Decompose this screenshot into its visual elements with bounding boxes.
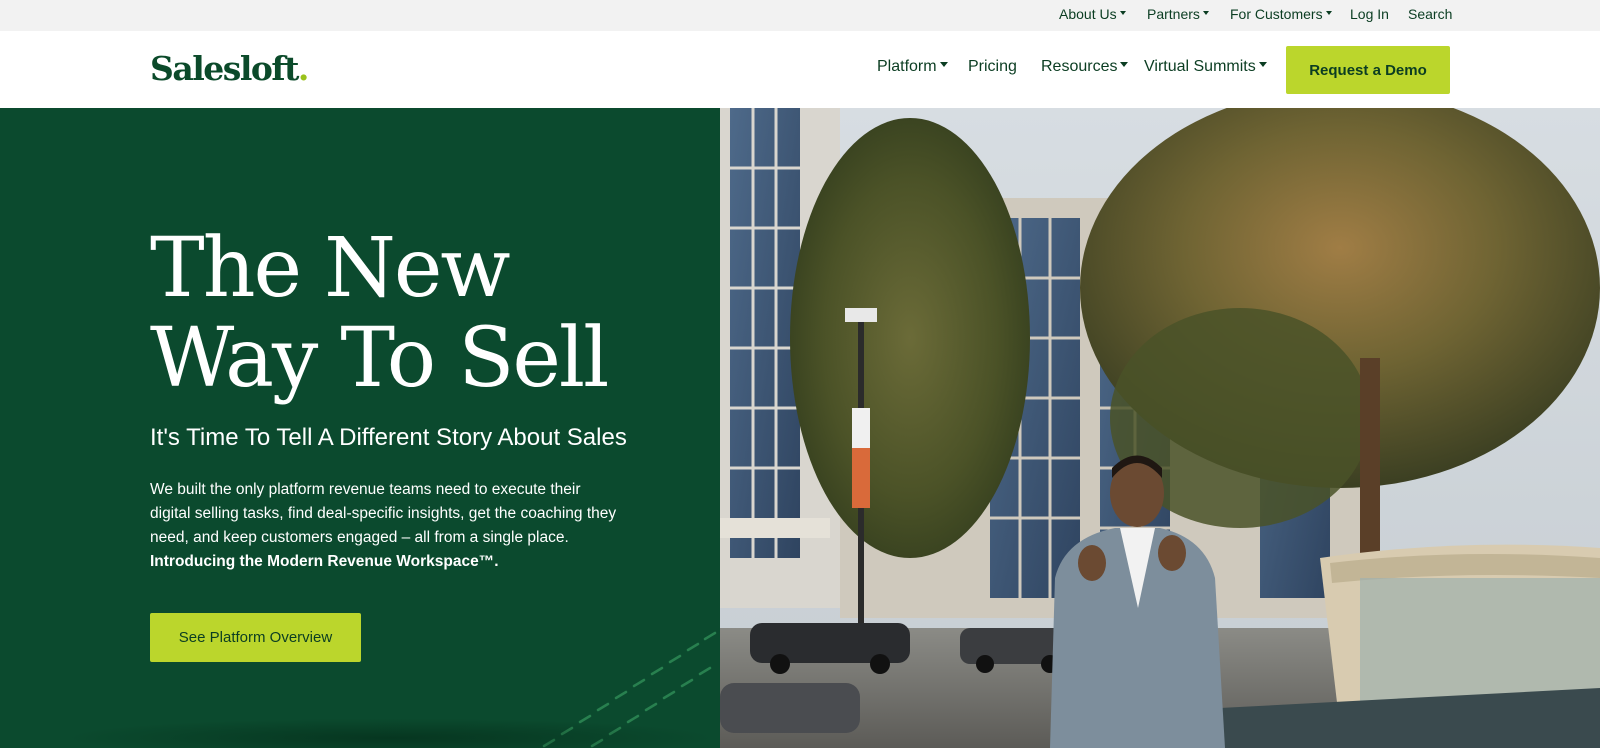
tree-left <box>790 118 1030 558</box>
utility-link-log-in[interactable]: Log In <box>1350 6 1389 22</box>
hero-bottom-shadow <box>60 718 720 748</box>
utility-link-for-customers-label: For Customers <box>1230 6 1323 22</box>
hero-body: We built the only platform revenue teams… <box>150 478 620 574</box>
hero-title: The New Way To Sell <box>150 224 710 404</box>
hero-title-line-1: The New <box>150 221 511 316</box>
logo-text: Salesloft <box>150 49 299 88</box>
utility-link-about-us-label: About Us <box>1059 6 1117 22</box>
main-header: Salesloft. Platform Pricing Resources Vi… <box>0 31 1600 108</box>
logo-dot: . <box>297 49 310 88</box>
hero-panel: The New Way To Sell It's Time To Tell A … <box>0 108 720 748</box>
nav-virtual-summits-label: Virtual Summits <box>1144 58 1256 75</box>
utility-link-search[interactable]: Search <box>1408 6 1452 22</box>
utility-link-about-us[interactable]: About Us <box>1059 6 1126 22</box>
chevron-down-icon <box>1120 62 1129 68</box>
hero-video-still[interactable] <box>720 108 1600 748</box>
nav-resources-label: Resources <box>1041 58 1118 75</box>
chevron-down-icon <box>1325 11 1332 16</box>
utility-bar: About Us Partners For Customers Log In S… <box>0 0 1600 31</box>
chevron-down-icon <box>939 62 948 68</box>
see-platform-overview-button[interactable]: See Platform Overview <box>150 613 361 662</box>
utility-link-for-customers[interactable]: For Customers <box>1230 6 1332 22</box>
chevron-down-icon <box>1202 11 1209 16</box>
chevron-down-icon <box>1119 11 1126 16</box>
salesloft-logo[interactable]: Salesloft. <box>150 49 310 88</box>
request-demo-button[interactable]: Request a Demo <box>1286 46 1450 94</box>
utility-link-partners-label: Partners <box>1147 6 1200 22</box>
nav-resources[interactable]: Resources <box>1041 58 1129 76</box>
chevron-down-icon <box>1258 62 1267 68</box>
nav-virtual-summits[interactable]: Virtual Summits <box>1144 58 1267 76</box>
hero-subtitle: It's Time To Tell A Different Story Abou… <box>150 424 627 451</box>
hero-body-text: We built the only platform revenue teams… <box>150 481 617 546</box>
video-scene <box>720 108 1600 748</box>
hero-body-bold: Introducing the Modern Revenue Workspace… <box>150 553 499 570</box>
nav-platform[interactable]: Platform <box>877 58 948 76</box>
hero-title-line-2: Way To Sell <box>150 311 609 406</box>
nav-platform-label: Platform <box>877 58 937 75</box>
nav-pricing[interactable]: Pricing <box>968 58 1017 76</box>
utility-link-partners[interactable]: Partners <box>1147 6 1209 22</box>
